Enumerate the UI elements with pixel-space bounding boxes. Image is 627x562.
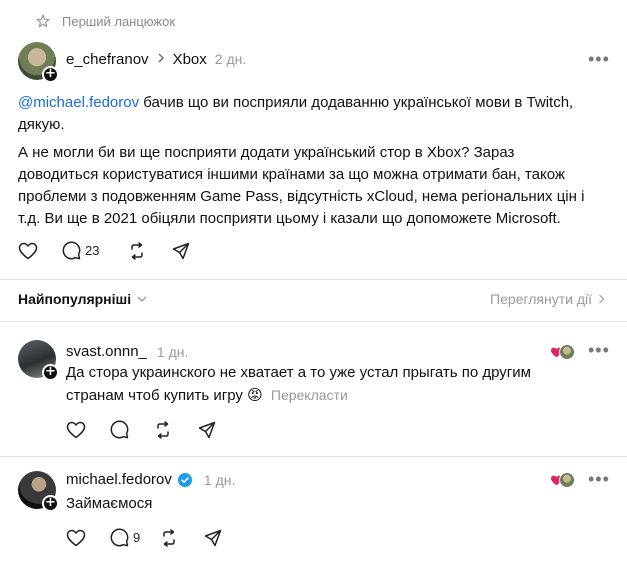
liker-avatar bbox=[559, 344, 575, 360]
follow-plus-icon[interactable]: + bbox=[42, 66, 59, 83]
reply-button[interactable] bbox=[110, 420, 154, 439]
follow-plus-icon[interactable]: + bbox=[42, 495, 59, 512]
divider bbox=[0, 279, 627, 280]
chevron-right-icon bbox=[599, 294, 605, 304]
translate-link[interactable]: Перекласти bbox=[271, 387, 348, 403]
liked-by-author bbox=[550, 472, 575, 488]
heart-icon bbox=[18, 242, 38, 259]
like-button[interactable] bbox=[66, 529, 110, 547]
post-username[interactable]: e_chefranov bbox=[66, 51, 149, 68]
reply-header: michael.fedorov 1 дн. bbox=[66, 471, 235, 488]
reply-time: 1 дн. bbox=[156, 343, 189, 360]
reply-username[interactable]: michael.fedorov bbox=[66, 471, 172, 488]
share-button[interactable] bbox=[172, 242, 212, 260]
comment-icon bbox=[62, 241, 81, 260]
like-button[interactable] bbox=[18, 242, 62, 260]
view-activity-link[interactable]: Переглянути дії bbox=[490, 291, 605, 307]
comment-icon bbox=[110, 420, 129, 439]
thread-icon bbox=[36, 14, 50, 28]
repost-icon bbox=[131, 241, 143, 260]
reply-body: Займаємося bbox=[66, 495, 153, 512]
reply-time: 1 дн. bbox=[203, 471, 236, 488]
send-icon bbox=[204, 529, 222, 546]
reply-actions: 9 bbox=[66, 528, 244, 547]
reply-header: svast.onnn_ 1 дн. bbox=[66, 343, 188, 360]
liker-avatar bbox=[559, 472, 575, 488]
thread-header-label: Перший ланцюжок bbox=[62, 13, 176, 29]
reply-username[interactable]: svast.onnn_ bbox=[66, 343, 147, 360]
comment-icon bbox=[110, 528, 129, 547]
reply-count: 23 bbox=[85, 243, 100, 258]
share-button[interactable] bbox=[204, 529, 244, 547]
divider bbox=[0, 321, 627, 322]
share-button[interactable] bbox=[198, 421, 238, 439]
chevron-down-icon bbox=[137, 296, 147, 302]
thread-header: Перший ланцюжок bbox=[36, 10, 175, 32]
repost-button[interactable] bbox=[128, 241, 172, 260]
post-time: 2 дн. bbox=[214, 51, 247, 67]
reply-button[interactable]: 23 bbox=[62, 241, 128, 260]
reply-actions bbox=[66, 420, 238, 439]
heart-icon bbox=[66, 421, 86, 438]
post-body-paragraph-1: @michael.fedorov бачив що ви посприяли д… bbox=[18, 94, 574, 133]
avatar[interactable]: + bbox=[18, 340, 59, 381]
divider bbox=[0, 456, 627, 457]
reply-count: 9 bbox=[133, 530, 141, 545]
post-actions: 23 bbox=[18, 241, 212, 260]
mention-link[interactable]: @michael.fedorov bbox=[18, 94, 139, 111]
avatar[interactable]: + bbox=[18, 42, 59, 83]
heart-icon bbox=[66, 529, 86, 546]
more-options-icon[interactable]: ••• bbox=[588, 470, 610, 488]
avatar[interactable]: + bbox=[18, 471, 59, 512]
more-options-icon[interactable]: ••• bbox=[588, 50, 610, 68]
community-link[interactable]: Xbox bbox=[173, 51, 207, 68]
verified-badge-icon bbox=[177, 472, 192, 487]
repost-icon bbox=[157, 420, 169, 439]
sort-label: Найпопулярніші bbox=[18, 291, 132, 307]
sort-dropdown[interactable]: Найпопулярніші bbox=[18, 291, 147, 307]
post-header: e_chefranov Xbox 2 дн. bbox=[66, 50, 246, 68]
reply-button[interactable]: 9 bbox=[110, 528, 160, 547]
like-button[interactable] bbox=[66, 421, 110, 439]
view-activity-label: Переглянути дії bbox=[490, 291, 592, 307]
repost-icon bbox=[163, 528, 175, 547]
send-icon bbox=[172, 242, 190, 259]
follow-plus-icon[interactable]: + bbox=[42, 364, 59, 381]
repost-button[interactable] bbox=[154, 420, 198, 439]
liked-by-author bbox=[550, 344, 575, 360]
reply-body: Да стора украинского не хватает а то уже… bbox=[66, 364, 531, 404]
chevron-right-icon bbox=[157, 50, 165, 68]
post-body-paragraph-2: А не могли би ви ще посприяти додати укр… bbox=[18, 144, 585, 227]
send-icon bbox=[198, 421, 216, 438]
angry-emoji: 😡 bbox=[247, 387, 263, 404]
more-options-icon[interactable]: ••• bbox=[588, 341, 610, 359]
repost-button[interactable] bbox=[160, 528, 204, 547]
